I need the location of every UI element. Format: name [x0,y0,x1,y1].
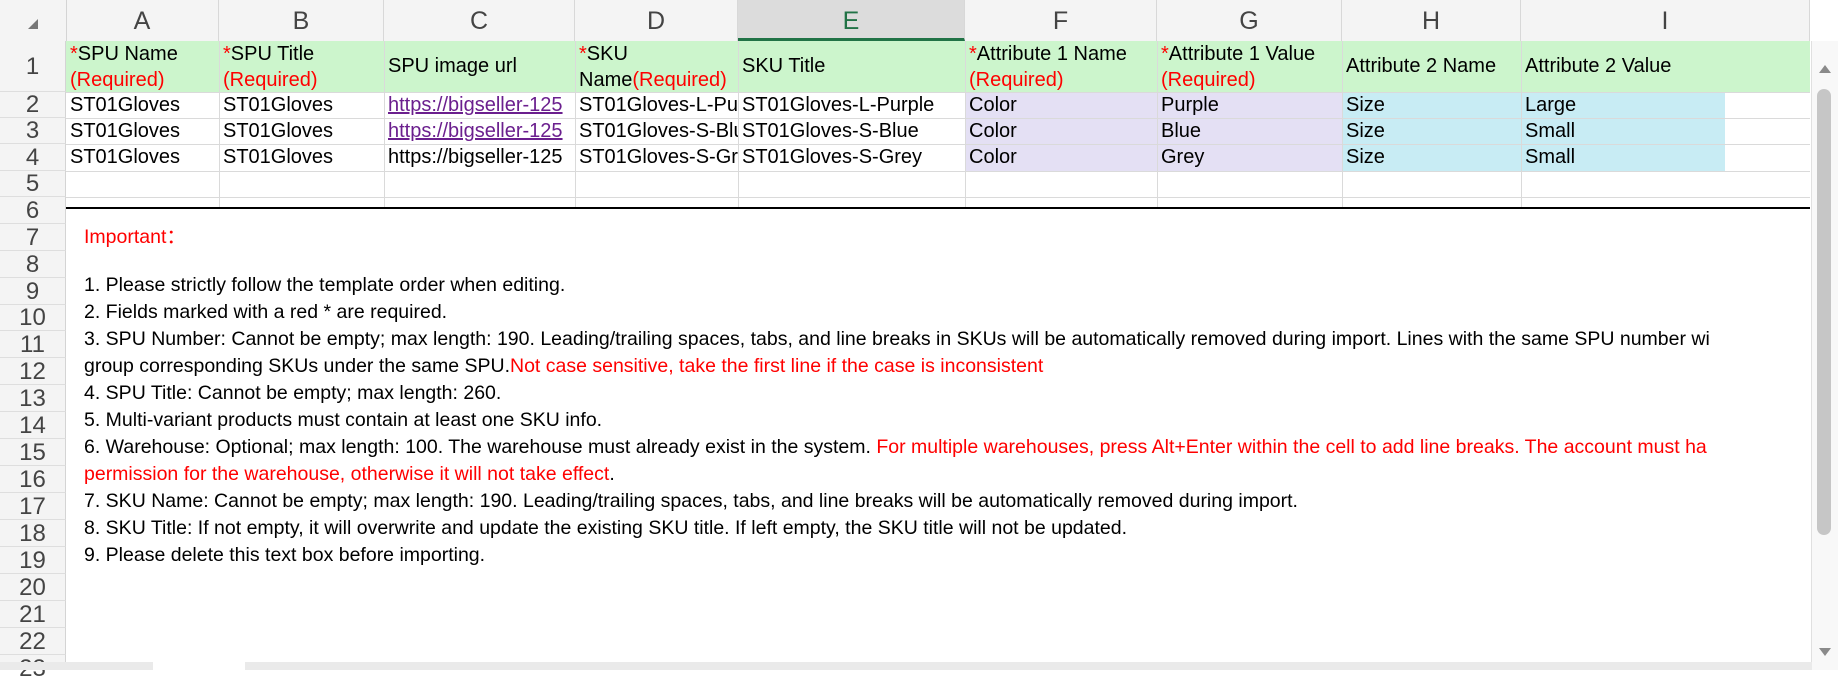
instruction-line-3: 3. SPU Number: Cannot be empty; max leng… [84,328,1710,350]
cell-d4[interactable]: ST01Gloves-S-Gre [575,144,738,171]
row-header-15[interactable]: 15 [0,439,66,466]
cell-g4[interactable]: Grey [1157,144,1342,171]
vertical-scrollbar[interactable] [1811,41,1838,670]
header-sku-name[interactable]: *SKU Name(Required) [575,41,738,92]
column-header-f[interactable]: F [965,0,1157,41]
row-header-18[interactable]: 18 [0,520,66,547]
row-header-3[interactable]: 3 [0,118,66,144]
row-header-17[interactable]: 17 [0,493,66,520]
column-header-a[interactable]: A [66,0,219,41]
row-header-13[interactable]: 13 [0,385,66,412]
cell-g3[interactable]: Blue [1157,118,1342,144]
header-sku-title[interactable]: SKU Title [738,41,965,92]
header-attribute-1-value[interactable]: *Attribute 1 Value (Required) [1157,41,1342,92]
cell-a2[interactable]: ST01Gloves [66,92,219,118]
cell-d3[interactable]: ST01Gloves-S-Blu [575,118,738,144]
cell-c3-link[interactable]: https://bigseller-125 [384,118,575,144]
cell-e3[interactable]: ST01Gloves-S-Blue [738,118,965,144]
row-header-14[interactable]: 14 [0,412,66,439]
row-header-6[interactable]: 6 [0,197,66,224]
instructions-text-box[interactable]: Important： 1. Please strictly follow the… [66,207,1810,662]
row-header-21[interactable]: 21 [0,601,66,628]
row-header-11[interactable]: 11 [0,331,66,358]
cell-i3[interactable]: Small [1521,118,1725,144]
important-title: Important： [84,226,186,248]
row-header-2[interactable]: 2 [0,92,66,118]
row-header-16[interactable]: 16 [0,466,66,493]
cell-h4[interactable]: Size [1342,144,1521,171]
column-header-g[interactable]: G [1157,0,1342,41]
row-header-7[interactable]: 7 [0,224,66,251]
instruction-line-5: 5. Multi-variant products must contain a… [84,409,603,431]
header-attribute-1-name[interactable]: *Attribute 1 Name (Required) [965,41,1157,92]
cell-h3[interactable]: Size [1342,118,1521,144]
cell-b4[interactable]: ST01Gloves [219,144,384,171]
cell-e2[interactable]: ST01Gloves-L-Purple [738,92,965,118]
instruction-line-4: 4. SPU Title: Cannot be empty; max lengt… [84,382,502,404]
cell-b2[interactable]: ST01Gloves [219,92,384,118]
scrollbar-thumb[interactable] [1817,89,1831,535]
cell-i4[interactable]: Small [1521,144,1725,171]
column-header-d[interactable]: D [575,0,738,41]
cell-c4[interactable]: https://bigseller-125 [384,144,575,171]
header-attribute-2-name[interactable]: Attribute 2 Name [1342,41,1521,92]
cell-f3[interactable]: Color [965,118,1157,144]
header-attribute-2-value[interactable]: Attribute 2 Value [1521,41,1810,92]
cell-f4[interactable]: Color [965,144,1157,171]
row-header-10[interactable]: 10 [0,305,66,331]
column-header-b[interactable]: B [219,0,384,41]
column-header-c[interactable]: C [384,0,575,41]
row-header-8[interactable]: 8 [0,251,66,278]
cell-a4[interactable]: ST01Gloves [66,144,219,171]
row-header-4[interactable]: 4 [0,144,66,171]
column-header-e[interactable]: E [738,0,965,41]
row-header-19[interactable]: 19 [0,547,66,574]
cell-a3[interactable]: ST01Gloves [66,118,219,144]
header-spu-name[interactable]: *SPU Name (Required) [66,41,219,92]
cell-c2-link[interactable]: https://bigseller-125 [384,92,575,118]
row-header-20[interactable]: 20 [0,574,66,601]
instruction-line-9: 9. Please delete this text box before im… [84,544,486,566]
cell-e4[interactable]: ST01Gloves-S-Grey [738,144,965,171]
row-header-22[interactable]: 22 [0,628,66,655]
select-all-corner[interactable] [0,0,67,41]
column-header-i[interactable]: I [1521,0,1810,41]
scroll-down-icon[interactable] [1819,648,1831,656]
cell-i2[interactable]: Large [1521,92,1725,118]
header-spu-image-url[interactable]: SPU image url [384,41,575,92]
cell-f2[interactable]: Color [965,92,1157,118]
header-spu-title[interactable]: *SPU Title (Required) [219,41,384,92]
instruction-line-6: 6. Warehouse: Optional; max length: 100.… [84,436,1707,458]
horizontal-scrollbar-thumb[interactable] [153,662,245,670]
instruction-line-8: 8. SKU Title: If not empty, it will over… [84,517,1128,539]
instruction-line-3-cont: group corresponding SKUs under the same … [84,355,1044,377]
instruction-line-2: 2. Fields marked with a red * are requir… [84,301,448,323]
instruction-line-6-cont: permission for the warehouse, otherwise … [84,463,615,485]
instruction-line-1: 1. Please strictly follow the template o… [84,274,566,296]
scroll-up-icon[interactable] [1819,65,1831,73]
spreadsheet: A B C D E F G H I 1 2 3 4 5 6 7 8 9 10 1… [0,0,1838,682]
instruction-line-7: 7. SKU Name: Cannot be empty; max length… [84,490,1298,512]
row-header-5[interactable]: 5 [0,171,66,197]
cell-b3[interactable]: ST01Gloves [219,118,384,144]
cell-g2[interactable]: Purple [1157,92,1342,118]
cell-d2[interactable]: ST01Gloves-L-Pu [575,92,738,118]
cell-h2[interactable]: Size [1342,92,1521,118]
row-header-12[interactable]: 12 [0,358,66,385]
horizontal-scrollbar[interactable] [0,662,1812,670]
row-header-1[interactable]: 1 [0,41,66,92]
column-header-h[interactable]: H [1342,0,1521,41]
select-all-icon [28,19,38,29]
row-header-9[interactable]: 9 [0,278,66,305]
